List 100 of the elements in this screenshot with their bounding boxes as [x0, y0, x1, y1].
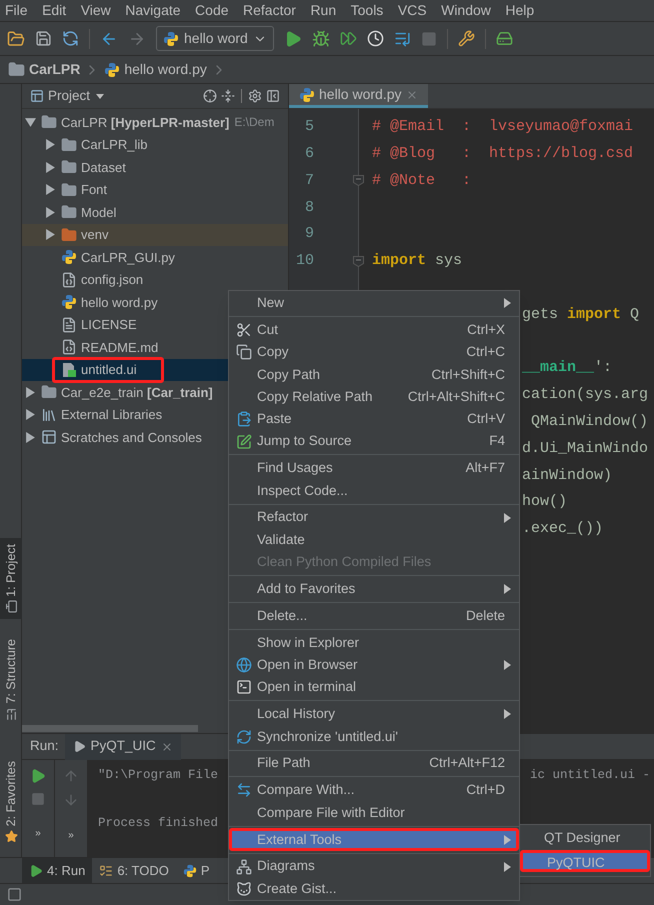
collapsed-arrow-icon[interactable]: [45, 206, 56, 218]
play-icon: [72, 740, 86, 753]
collapsed-arrow-icon[interactable]: [25, 432, 36, 443]
menu-bar-item[interactable]: VCS: [398, 0, 427, 21]
menu-item[interactable]: Inspect Code...: [229, 480, 519, 502]
menu-item[interactable]: Copy Relative Path Ctrl+Alt+Shift+C: [229, 386, 519, 408]
tree-row[interactable]: CarLPR_GUI.py: [22, 246, 288, 268]
tree-row[interactable]: Font: [22, 178, 288, 201]
menu-item[interactable]: Jump to Source F4: [229, 430, 519, 453]
collapse-icon[interactable]: [221, 89, 235, 103]
rerun-icon[interactable]: [30, 768, 46, 784]
tree-row[interactable]: Model: [22, 201, 288, 224]
tree-item-label: config.json: [81, 271, 144, 289]
menu-item[interactable]: Show in Explorer: [229, 632, 519, 654]
menu-item[interactable]: QT Designer: [520, 828, 650, 850]
run-configuration-dropdown[interactable]: hello word: [156, 26, 274, 51]
menu-bar-item[interactable]: Run: [310, 0, 336, 21]
tree-item-label: README.md: [81, 338, 158, 356]
scrollbar[interactable]: [22, 724, 198, 732]
tree-row[interactable]: venv: [22, 224, 288, 246]
wrench-icon[interactable]: [458, 30, 475, 47]
drive-icon[interactable]: [496, 30, 513, 47]
menu-item[interactable]: Synchronize 'untitled.ui': [229, 726, 519, 748]
fold-marker-icon[interactable]: [353, 256, 364, 267]
code-line: cation(sys.arg: [522, 385, 648, 406]
collapsed-arrow-icon[interactable]: [25, 409, 36, 420]
fold-marker-icon[interactable]: [353, 175, 364, 186]
tree-row[interactable]: config.json: [22, 268, 288, 291]
python-icon: [182, 864, 197, 878]
collapsed-arrow-icon[interactable]: [25, 386, 36, 398]
menu-bar-item[interactable]: Navigate: [125, 0, 181, 21]
caret-icon: [96, 94, 104, 98]
tool-window-tab[interactable]: 7: Structure: [0, 633, 22, 727]
tool-windows-icon[interactable]: [7, 887, 22, 902]
menu-bar-item[interactable]: Refactor: [243, 0, 296, 21]
breadcrumb-item[interactable]: hello word.py: [124, 59, 207, 80]
tool-window-tab[interactable]: P: [176, 858, 217, 884]
console-line: "D:\Program File: [98, 766, 218, 784]
menu-item[interactable]: Cut Ctrl+X: [229, 318, 519, 342]
editor-tab[interactable]: hello word.py: [289, 84, 428, 108]
tree-row[interactable]: CarLPR [HyperLPR-master] E:\Dem: [22, 111, 288, 134]
menu-bar-item[interactable]: Code: [195, 0, 229, 21]
tree-item-label: External Libraries: [61, 406, 162, 424]
menu-item[interactable]: Compare With... Ctrl+D: [229, 779, 519, 802]
menu-item[interactable]: Compare File with Editor: [229, 802, 519, 824]
open-folder-icon[interactable]: [7, 30, 25, 48]
settings-icon[interactable]: [248, 89, 262, 103]
tree-item-label: LICENSE: [81, 316, 137, 334]
menu-bar-item[interactable]: Window: [441, 0, 491, 21]
tool-window-tab[interactable]: 6: TODO: [92, 858, 176, 884]
code-line: # @Note :: [372, 170, 472, 191]
collapsed-arrow-icon[interactable]: [45, 184, 56, 196]
menu-bar-item[interactable]: File: [5, 0, 28, 21]
menu-item[interactable]: Open in Browser: [229, 654, 519, 676]
save-icon[interactable]: [35, 30, 52, 47]
python-file-icon: [299, 86, 315, 102]
fast-forward-icon[interactable]: [340, 30, 357, 47]
hide-icon[interactable]: [266, 89, 280, 103]
menu-item[interactable]: Paste Ctrl+V: [229, 408, 519, 430]
run-tab[interactable]: PyQT_UIC: [64, 734, 181, 760]
menu-bar-item[interactable]: Edit: [42, 0, 66, 21]
menu-item[interactable]: Validate: [229, 528, 519, 552]
menu-item[interactable]: Find Usages Alt+F7: [229, 457, 519, 480]
tool-window-tab[interactable]: 1: Project: [0, 538, 22, 620]
menu-item[interactable]: Open in terminal: [229, 676, 519, 699]
menu-item[interactable]: Refactor: [229, 506, 519, 529]
menu-item[interactable]: New: [229, 292, 519, 314]
list-icon[interactable]: [394, 30, 411, 47]
terminal-icon: [236, 679, 252, 696]
menu-bar-item[interactable]: Help: [505, 0, 534, 21]
menu-item[interactable]: Create Gist...: [229, 878, 519, 900]
menu-bar-item[interactable]: View: [80, 0, 111, 21]
tree-row[interactable]: Dataset: [22, 156, 288, 178]
menu-item[interactable]: File Path Ctrl+Alt+F12: [229, 752, 519, 775]
collapsed-arrow-icon[interactable]: [45, 229, 56, 240]
clock-icon[interactable]: [366, 30, 384, 47]
expanded-arrow-icon[interactable]: [25, 116, 36, 128]
tool-window-tab[interactable]: 2: Favorites: [0, 755, 22, 850]
tree-item-label: venv: [81, 226, 108, 244]
menu-item[interactable]: Diagrams: [229, 855, 519, 878]
tree-item-label: CarLPR_GUI.py: [81, 248, 175, 267]
breadcrumb-item[interactable]: CarLPR: [29, 59, 80, 80]
locate-icon[interactable]: [203, 89, 217, 103]
menu-bar-item[interactable]: Tools: [350, 0, 384, 21]
more-label[interactable]: »: [35, 826, 41, 841]
folder-icon: [61, 204, 77, 220]
collapsed-arrow-icon[interactable]: [45, 139, 56, 150]
bug-icon[interactable]: [312, 30, 330, 48]
close-icon[interactable]: [160, 740, 173, 752]
menu-item[interactable]: Add to Favorites: [229, 578, 519, 600]
menu-item[interactable]: Local History: [229, 703, 519, 726]
tool-window-tab[interactable]: 4: Run: [22, 858, 92, 884]
collapsed-arrow-icon[interactable]: [45, 162, 56, 173]
line-number: 5: [304, 117, 314, 138]
tree-item-label: untitled.ui: [81, 361, 137, 379]
menu-item[interactable]: Delete... Delete: [229, 604, 519, 628]
project-view-dropdown[interactable]: Project: [48, 86, 104, 106]
tree-row[interactable]: CarLPR_lib: [22, 134, 288, 156]
more-label[interactable]: »: [68, 828, 74, 843]
sync-icon[interactable]: [62, 30, 79, 47]
